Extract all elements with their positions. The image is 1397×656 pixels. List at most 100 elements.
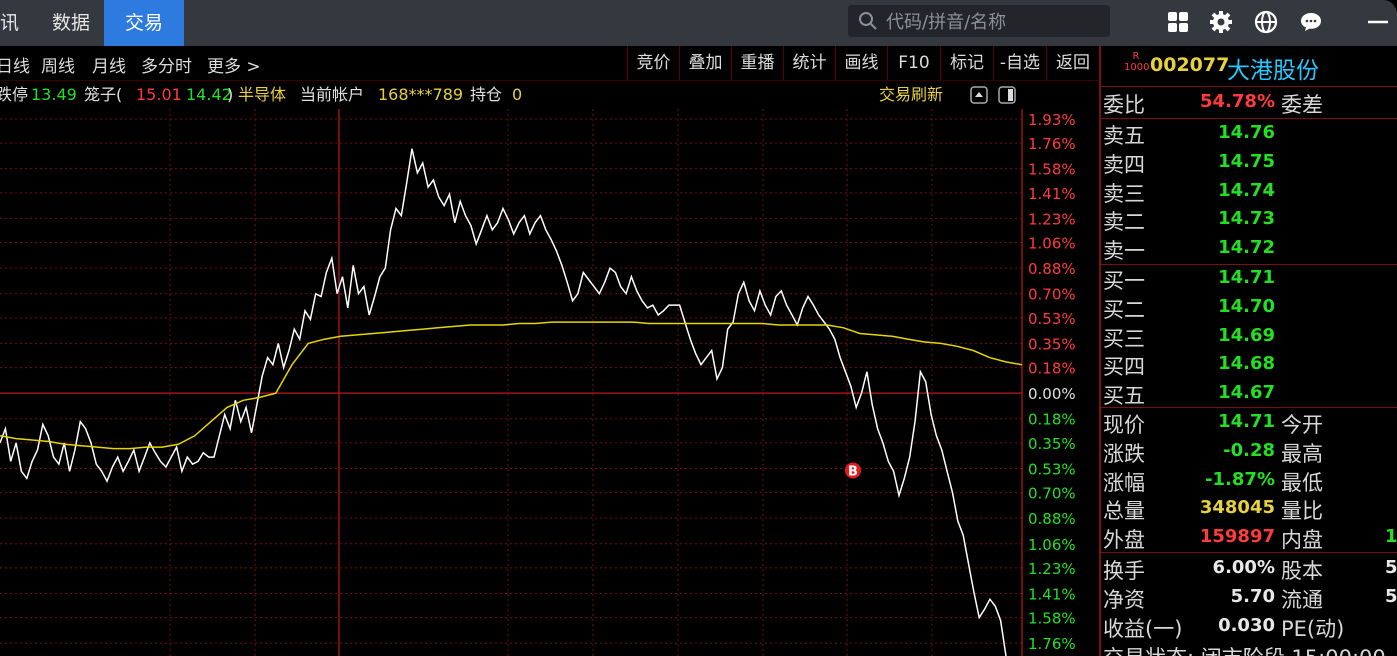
bid-level-1-label: 买一 — [1103, 269, 1145, 293]
ask-level-3-value: 14.74 — [1218, 179, 1275, 201]
divider — [1101, 86, 1397, 87]
stat-row-extra-value: 6.00% — [1212, 557, 1275, 578]
bid-level-4-value: 14.68 — [1218, 353, 1275, 375]
search-input[interactable] — [884, 8, 1108, 36]
period-weekly[interactable]: 周线 — [41, 52, 75, 77]
y-tick-label: 1.41% — [1028, 185, 1076, 203]
ask-level-4: 卖四 14.75 — [1101, 149, 1397, 177]
stat-row-extra-label2: PE(动) — [1281, 616, 1345, 641]
tool-back-button[interactable]: 返回 — [1046, 46, 1099, 80]
ask-level-2-label: 卖二 — [1103, 210, 1145, 235]
stat-row: 总量 348045 量比 — [1101, 495, 1397, 523]
y-tick-label: 0.18% — [1028, 411, 1076, 429]
period-multi-intraday[interactable]: 多分时 — [141, 52, 192, 77]
ask-level-2: 卖二 14.73 — [1101, 206, 1397, 234]
stat-row-extra-label: 换手 — [1103, 559, 1145, 583]
tool-mark-button[interactable]: 标记 — [940, 46, 993, 80]
stat-row-label: 外盘 — [1103, 528, 1145, 553]
bid-level-5: 买五 14.67 — [1101, 380, 1397, 408]
period-more[interactable]: 更多 > — [207, 52, 261, 77]
tool-draw-button[interactable]: 画线 — [835, 46, 887, 80]
stat-row-extra: 收益(一) 0.030 PE(动) — [1101, 613, 1397, 641]
stat-row-label2: 最低 — [1281, 470, 1323, 495]
stat-row-extra-value2: 5 — [1385, 585, 1397, 607]
y-tick-label-zero: 0.00% — [1028, 385, 1076, 403]
bid-level-3: 买三 14.69 — [1101, 323, 1397, 351]
y-tick-label: 1.06% — [1028, 536, 1076, 554]
y-tick-label: 1.41% — [1028, 585, 1076, 603]
stat-row-extra-label2: 流通 — [1281, 587, 1323, 612]
cage-close: ) — [227, 85, 234, 104]
bid-level-3-label: 买三 — [1103, 326, 1145, 351]
limit-down-label: 跌停 — [0, 85, 29, 104]
price-line — [0, 148, 1007, 656]
stat-row-extra: 净资 5.70 流通 5 — [1101, 584, 1397, 612]
stat-row-extra-value: 0.030 — [1218, 614, 1275, 636]
tab-trade[interactable]: 交易 — [104, 0, 184, 46]
y-tick-label: 1.58% — [1028, 610, 1076, 628]
trade-refresh-button[interactable]: 交易刷新 — [879, 81, 943, 109]
stat-row-label2: 量比 — [1281, 499, 1323, 524]
bid-level-2-label: 买二 — [1103, 297, 1145, 322]
stat-row-value: 159897 — [1199, 526, 1275, 548]
bid-level-3-value: 14.69 — [1218, 324, 1275, 346]
ask-level-5-value: 14.76 — [1218, 122, 1275, 143]
search-icon — [859, 12, 877, 30]
expand-up-icon[interactable] — [970, 86, 988, 104]
y-tick-label: 0.88% — [1028, 510, 1076, 528]
stock-code: 002077 — [1150, 54, 1230, 76]
y-tick-label: 0.18% — [1028, 360, 1076, 378]
globe-icon[interactable] — [1254, 10, 1278, 34]
chat-icon[interactable] — [1299, 10, 1323, 34]
account-label: 当前帐户 — [300, 85, 365, 104]
tool-label: 统计 — [792, 53, 827, 73]
ask-level-4-label: 卖四 — [1103, 152, 1145, 177]
gear-icon[interactable] — [1209, 10, 1233, 34]
tool-stats-button[interactable]: 统计 — [783, 46, 835, 80]
stat-row-label: 总量 — [1103, 499, 1145, 524]
tool-auction-button[interactable]: 竞价 — [627, 46, 679, 80]
search-box[interactable] — [848, 5, 1110, 37]
weicha-label: 委差 — [1281, 93, 1323, 117]
y-tick-label: 0.70% — [1028, 485, 1076, 503]
stat-row-label2: 最高 — [1281, 441, 1323, 466]
ask-level-2-value: 14.73 — [1218, 208, 1275, 230]
tool-overlay-button[interactable]: 叠加 — [679, 46, 731, 80]
stat-row-label2: 内盘 — [1281, 528, 1323, 553]
minimize-icon[interactable] — [1366, 10, 1390, 34]
bid-level-2: 买二 14.70 — [1101, 294, 1397, 322]
stock-name: 大港股份 — [1227, 58, 1319, 84]
stat-row-extra-label: 收益(一) — [1103, 616, 1183, 641]
y-tick-label: 0.35% — [1028, 335, 1076, 353]
weibi-value: 54.78% — [1200, 91, 1275, 112]
grid-apps-icon[interactable] — [1166, 10, 1190, 34]
stat-row-extra: 换手 6.00% 股本 5 — [1101, 555, 1397, 583]
y-tick-label: 1.23% — [1028, 560, 1076, 578]
tool-f10-button[interactable]: F10 — [887, 46, 940, 80]
badge-bottom: 1000 — [1124, 62, 1150, 73]
sector-label[interactable]: 半导体 — [238, 81, 286, 109]
quote-panel: R 1000 002077 大港股份 委比 54.78% 委差 卖五 14.76 卖… — [1101, 46, 1397, 656]
stat-row-value: 14.71 — [1218, 411, 1275, 432]
tab-data[interactable]: 数据 — [38, 0, 104, 46]
weibi-label: 委比 — [1103, 93, 1145, 117]
bid-level-1-value: 14.71 — [1218, 267, 1275, 288]
intraday-chart[interactable]: 1.93% 1.76% 1.58% 1.41% 1.23% 1.06% 0.88% 0.70%… — [0, 109, 1099, 656]
tool-label: 标记 — [950, 53, 984, 73]
bid-level-5-label: 买五 — [1103, 384, 1145, 409]
y-tick-label: 0.53% — [1028, 460, 1076, 478]
stat-row: 涨跌 -0.28 最高 — [1101, 438, 1397, 466]
bid-level-4-label: 买四 — [1103, 355, 1145, 380]
bid-level-4: 买四 14.68 — [1101, 351, 1397, 379]
y-tick-label: 0.35% — [1028, 435, 1076, 453]
stat-row-label: 涨幅 — [1103, 470, 1145, 495]
tool-replay-button[interactable]: 重播 — [731, 46, 783, 80]
divider — [1101, 552, 1397, 553]
y-tick-label: 1.93% — [1028, 111, 1076, 129]
tool-remove-watchlist-button[interactable]: -自选 — [993, 46, 1046, 80]
period-monthly[interactable]: 月线 — [92, 52, 126, 77]
panel-toggle-icon[interactable] — [998, 86, 1016, 104]
tab-news[interactable]: 讯 — [0, 0, 28, 46]
chart-toolbar: 日线 周线 月线 多分时 更多 > 竞价 叠加 重播 统计 画线 F10 标记 … — [0, 46, 1100, 81]
period-daily[interactable]: 日线 — [0, 52, 30, 77]
